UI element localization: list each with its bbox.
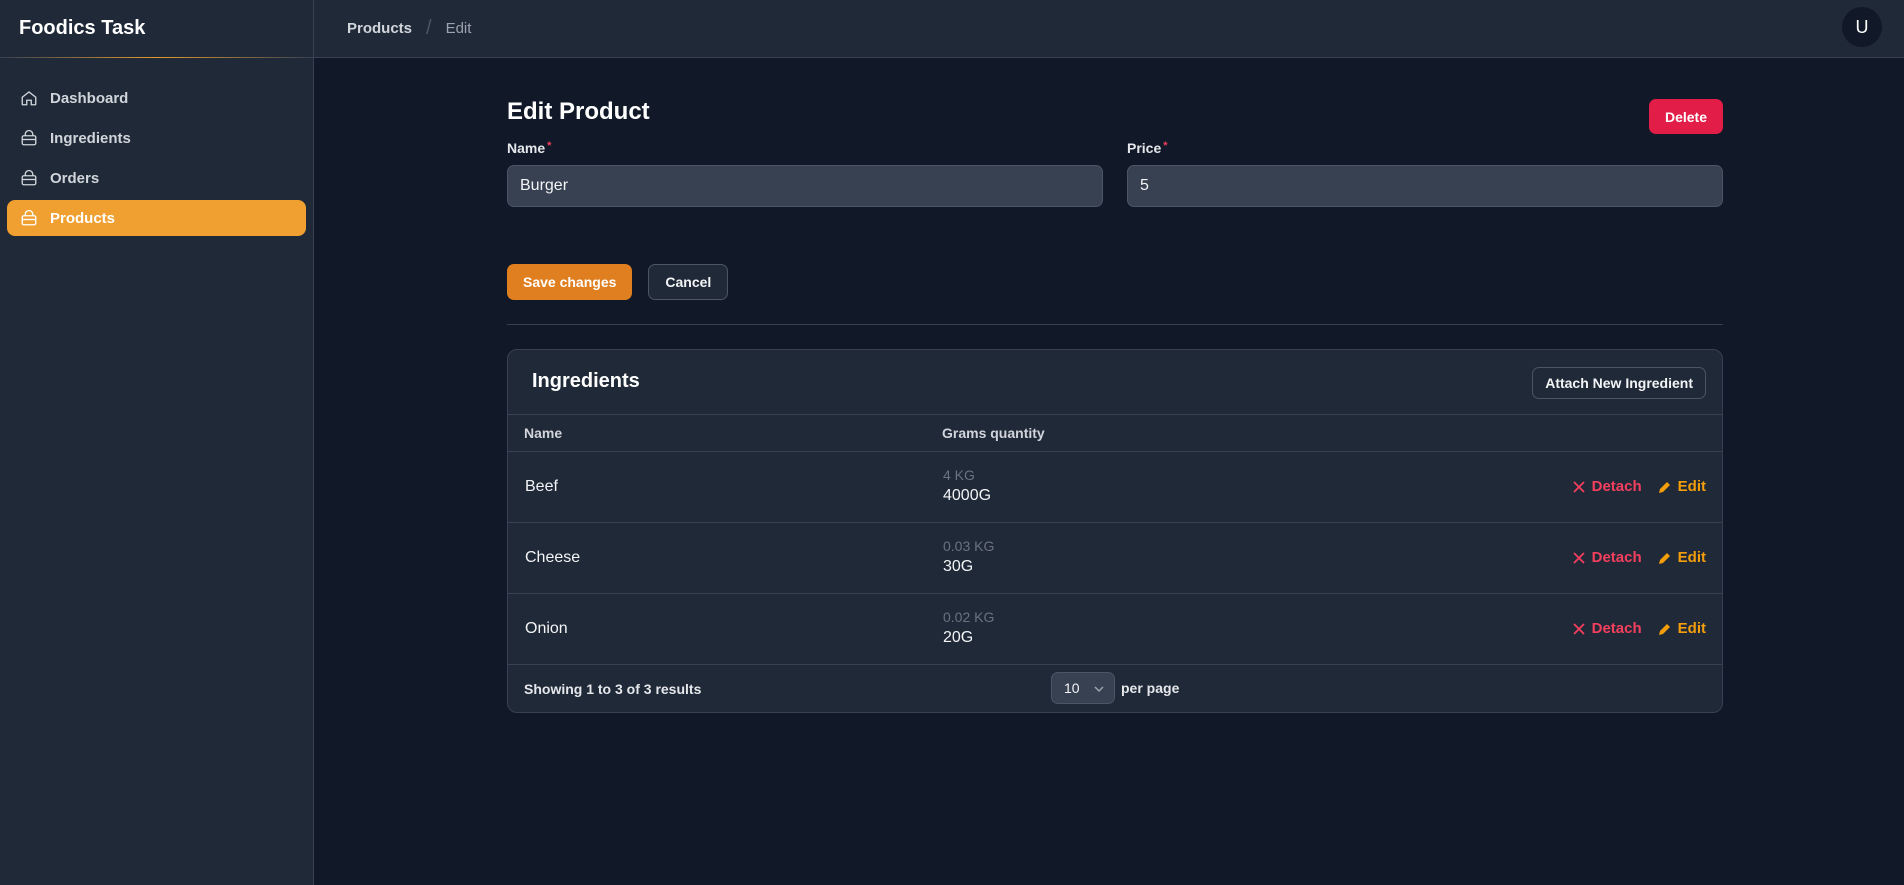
bag-icon [21, 169, 37, 186]
table-row: Beef 4 KG 4000G Detach Edit [508, 452, 1722, 523]
row-actions: Detach Edit [1572, 549, 1706, 566]
ingredient-kg: 4 KG [943, 467, 975, 483]
ingredient-name: Onion [525, 620, 568, 637]
pencil-icon [1658, 481, 1670, 493]
table-row: Cheese 0.03 KG 30G Detach Edit [508, 523, 1722, 594]
sidebar-item-dashboard[interactable]: Dashboard [7, 80, 306, 116]
table-row: Onion 0.02 KG 20G Detach Edit [508, 594, 1722, 665]
close-icon [1572, 622, 1585, 635]
edit-label: Edit [1677, 549, 1706, 566]
bag-icon [21, 209, 37, 226]
ingredient-grams: 4000G [943, 487, 992, 504]
bag-icon [21, 129, 37, 146]
save-changes-button[interactable]: Save changes [507, 264, 633, 300]
breadcrumb-products-link[interactable]: Products [347, 20, 412, 37]
name-input[interactable] [507, 165, 1103, 207]
sidebar-item-ingredients[interactable]: Ingredients [7, 120, 306, 156]
required-marker: * [547, 140, 552, 152]
delete-button[interactable]: Delete [1648, 99, 1723, 134]
edit-label: Edit [1677, 620, 1706, 637]
breadcrumb-current: Edit [445, 20, 472, 37]
close-icon [1572, 551, 1585, 564]
page-title: Edit Product [507, 98, 650, 125]
product-form: Name* Price* [507, 140, 1723, 207]
chevron-down-icon [1094, 686, 1104, 693]
avatar[interactable]: U [1842, 7, 1882, 47]
page-header: Edit Product Delete [507, 58, 1723, 148]
ingredients-panel: Ingredients Attach New Ingredient Name G… [507, 349, 1723, 713]
per-page-control: 10 per page [1051, 672, 1179, 704]
sidebar-nav: Dashboard Ingredients Orders Products [0, 58, 313, 236]
home-icon [21, 91, 37, 106]
ingredient-name: Beef [525, 478, 558, 495]
name-label-text: Name [507, 140, 546, 156]
per-page-select[interactable]: 10 [1051, 672, 1115, 704]
detach-button[interactable]: Detach [1572, 549, 1642, 566]
sidebar-item-label: Dashboard [50, 89, 129, 107]
column-header-name[interactable]: Name [524, 425, 562, 441]
sidebar-item-products[interactable]: Products [7, 200, 306, 236]
edit-button[interactable]: Edit [1658, 620, 1706, 637]
row-actions: Detach Edit [1572, 620, 1706, 637]
price-field-group: Price * [1127, 140, 1723, 207]
edit-button[interactable]: Edit [1658, 478, 1706, 495]
attach-ingredient-button[interactable]: Attach New Ingredient [1532, 367, 1706, 399]
breadcrumb: Products / Edit [347, 17, 471, 40]
row-actions: Detach Edit [1572, 478, 1706, 495]
divider [507, 324, 1723, 325]
detach-label: Detach [1591, 549, 1642, 566]
price-input[interactable] [1127, 165, 1723, 207]
pencil-icon [1658, 623, 1670, 635]
ingredients-header: Ingredients Attach New Ingredient [508, 350, 1722, 415]
breadcrumb-separator: / [426, 17, 432, 39]
results-summary: Showing 1 to 3 of 3 results [524, 681, 702, 697]
form-actions: Save changes Cancel [507, 264, 729, 300]
sidebar: Foodics Task Dashboard Ingredients Order… [0, 0, 314, 885]
cancel-button[interactable]: Cancel [648, 264, 729, 300]
ingredient-name: Cheese [525, 549, 581, 566]
name-label: Name * [507, 140, 1103, 156]
ingredient-grams: 30G [943, 558, 974, 575]
price-label-text: Price [1127, 140, 1162, 156]
edit-label: Edit [1677, 478, 1706, 495]
per-page-value: 10 [1064, 680, 1080, 696]
column-header-grams-quantity[interactable]: Grams quantity [942, 425, 1045, 441]
sidebar-item-label: Ingredients [50, 129, 131, 147]
sidebar-item-orders[interactable]: Orders [7, 160, 306, 196]
detach-button[interactable]: Detach [1572, 620, 1642, 637]
main-content: Edit Product Delete Name* Price* Save ch… [507, 58, 1723, 713]
ingredients-title: Ingredients [532, 370, 640, 392]
table-header: Name Grams quantity [508, 415, 1722, 452]
detach-label: Detach [1591, 478, 1642, 495]
edit-button[interactable]: Edit [1658, 549, 1706, 566]
sidebar-item-label: Products [50, 209, 116, 227]
app-title: Foodics Task [0, 0, 313, 58]
name-field-group: Name * [507, 140, 1103, 207]
ingredient-kg: 0.02 KG [943, 609, 995, 625]
per-page-label: per page [1121, 680, 1180, 696]
table-footer: Showing 1 to 3 of 3 results 10 per page [508, 665, 1722, 712]
ingredient-kg: 0.03 KG [943, 538, 995, 554]
pencil-icon [1658, 552, 1670, 564]
ingredient-grams: 20G [943, 629, 974, 646]
price-label: Price * [1127, 140, 1723, 156]
close-icon [1572, 480, 1585, 493]
sidebar-item-label: Orders [50, 169, 100, 187]
required-marker: * [1163, 140, 1168, 152]
detach-button[interactable]: Detach [1572, 478, 1642, 495]
topbar: Products / Edit U [314, 0, 1904, 58]
detach-label: Detach [1591, 620, 1642, 637]
